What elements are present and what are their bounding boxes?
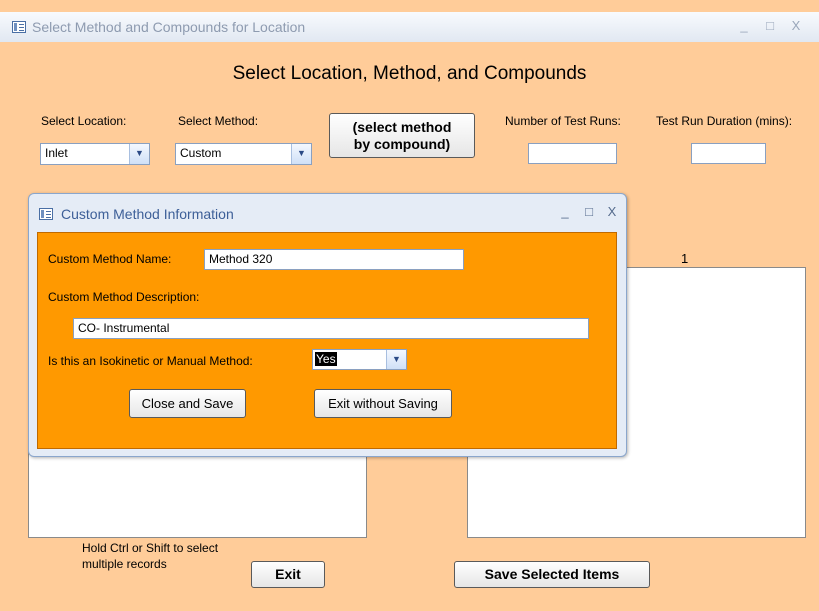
location-combo[interactable]: Inlet ▼ bbox=[40, 143, 150, 165]
main-title-bar[interactable]: Select Method and Compounds for Location… bbox=[0, 12, 819, 42]
maximize-icon[interactable]: □ bbox=[580, 204, 598, 219]
chevron-down-icon[interactable]: ▼ bbox=[386, 350, 406, 369]
method-name-input[interactable]: Method 320 bbox=[204, 249, 464, 270]
close-icon[interactable]: X bbox=[787, 18, 805, 33]
window-title: Select Method and Compounds for Location bbox=[32, 19, 306, 35]
select-by-compound-button[interactable]: (select method by compound) bbox=[329, 113, 475, 158]
save-selected-button[interactable]: Save Selected Items bbox=[454, 561, 650, 588]
duration-label: Test Run Duration (mins): bbox=[656, 114, 793, 128]
close-and-save-button[interactable]: Close and Save bbox=[129, 389, 246, 418]
maximize-icon[interactable]: □ bbox=[761, 18, 779, 33]
hint-line-1: Hold Ctrl or Shift to select bbox=[82, 541, 219, 555]
isokinetic-label: Is this an Isokinetic or Manual Method: bbox=[48, 354, 253, 368]
custom-method-dialog: Custom Method Information _ □ X Custom M… bbox=[28, 193, 627, 457]
location-label: Select Location: bbox=[41, 114, 127, 128]
dialog-body: Custom Method Name: Method 320 Custom Me… bbox=[37, 232, 617, 449]
dialog-title: Custom Method Information bbox=[61, 206, 234, 222]
form-icon bbox=[12, 21, 26, 33]
minimize-icon[interactable]: _ bbox=[556, 204, 574, 219]
method-name-label: Custom Method Name: bbox=[48, 252, 172, 266]
main-window: Select Method and Compounds for Location… bbox=[0, 0, 819, 611]
method-description-input[interactable]: CO- Instrumental bbox=[73, 318, 589, 339]
form-heading: Select Location, Method, and Compounds bbox=[232, 63, 587, 84]
chevron-down-icon[interactable]: ▼ bbox=[291, 144, 311, 164]
duration-input[interactable] bbox=[691, 143, 766, 164]
hint-line-2: multiple records bbox=[82, 557, 167, 571]
chevron-down-icon[interactable]: ▼ bbox=[129, 144, 149, 164]
method-label: Select Method: bbox=[178, 114, 259, 128]
isokinetic-combo[interactable]: Yes ▼ bbox=[312, 349, 407, 370]
select-by-compound-line2: by compound) bbox=[353, 136, 451, 152]
column-number: 1 bbox=[681, 251, 689, 266]
location-value: Inlet bbox=[45, 146, 68, 160]
exit-without-saving-button[interactable]: Exit without Saving bbox=[314, 389, 452, 418]
close-icon[interactable]: X bbox=[603, 204, 621, 219]
method-description-label: Custom Method Description: bbox=[48, 290, 200, 304]
test-runs-label: Number of Test Runs: bbox=[505, 114, 621, 128]
minimize-icon[interactable]: _ bbox=[735, 18, 753, 33]
method-value: Custom bbox=[180, 146, 222, 160]
form-icon bbox=[39, 208, 53, 220]
isokinetic-value: Yes bbox=[315, 352, 337, 366]
test-runs-input[interactable] bbox=[528, 143, 617, 164]
method-combo[interactable]: Custom ▼ bbox=[175, 143, 312, 165]
exit-button[interactable]: Exit bbox=[251, 561, 325, 588]
select-by-compound-line1: (select method bbox=[352, 119, 452, 135]
